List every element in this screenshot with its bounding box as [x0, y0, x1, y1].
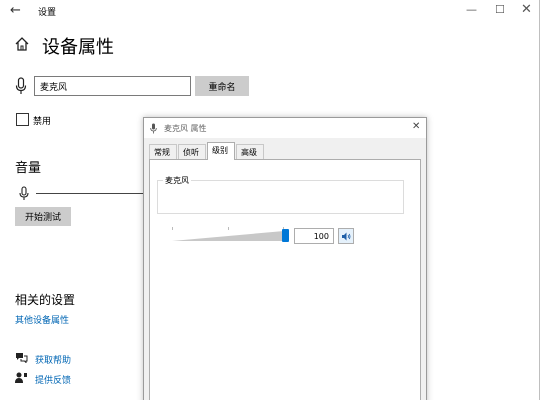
page-title: 设备属性 — [42, 37, 114, 58]
speaker-icon — [342, 232, 351, 241]
rename-button[interactable]: 重命名 — [195, 76, 249, 96]
disable-checkbox[interactable] — [16, 113, 29, 126]
level-value-input[interactable] — [294, 228, 334, 244]
slider-tick — [172, 227, 173, 230]
related-settings-heading: 相关的设置 — [15, 293, 76, 307]
home-icon[interactable] — [14, 36, 30, 52]
give-feedback-link[interactable]: 提供反馈 — [35, 373, 71, 386]
mute-button[interactable] — [338, 228, 354, 244]
microphone-icon — [19, 186, 29, 200]
other-device-properties-link[interactable]: 其他设备属性 — [15, 313, 69, 326]
level-slider-track[interactable] — [172, 230, 284, 242]
dialog-titlebar: 麦克风 属性 ✕ — [144, 118, 426, 138]
level-group-label: 麦克风 — [163, 175, 191, 186]
level-group-box — [157, 180, 404, 214]
back-icon[interactable]: ← — [10, 2, 21, 20]
microphone-icon — [15, 77, 27, 94]
device-name-input[interactable] — [34, 76, 191, 96]
window-titlebar: ← 设置 — ☐ ✕ — [0, 0, 540, 22]
help-chat-icon — [16, 353, 28, 363]
volume-heading: 音量 — [15, 161, 42, 176]
volume-slider-track[interactable] — [36, 193, 146, 194]
start-test-button[interactable]: 开始测试 — [15, 207, 71, 226]
close-icon[interactable]: ✕ — [521, 2, 532, 18]
window-title: 设置 — [38, 8, 57, 18]
maximize-icon[interactable]: ☐ — [495, 2, 505, 18]
tab-listen[interactable]: 侦听 — [178, 144, 206, 159]
disable-label: 禁用 — [33, 117, 52, 127]
microphone-icon — [150, 123, 157, 134]
slider-tick — [228, 227, 229, 230]
feedback-person-icon — [15, 372, 27, 383]
level-slider-thumb[interactable] — [282, 229, 289, 242]
tab-levels[interactable]: 级别 — [207, 142, 235, 160]
tab-general[interactable]: 常规 — [149, 144, 177, 159]
dialog-close-icon[interactable]: ✕ — [412, 121, 420, 132]
levels-tab-panel: 麦克风 — [149, 159, 421, 400]
minimize-icon[interactable]: — — [466, 2, 477, 18]
microphone-properties-dialog: 麦克风 属性 ✕ 常规 侦听 级别 高级 麦克风 — [143, 117, 427, 400]
dialog-title: 麦克风 属性 — [164, 124, 207, 133]
tab-advanced[interactable]: 高级 — [236, 144, 264, 159]
get-help-link[interactable]: 获取帮助 — [35, 353, 71, 366]
